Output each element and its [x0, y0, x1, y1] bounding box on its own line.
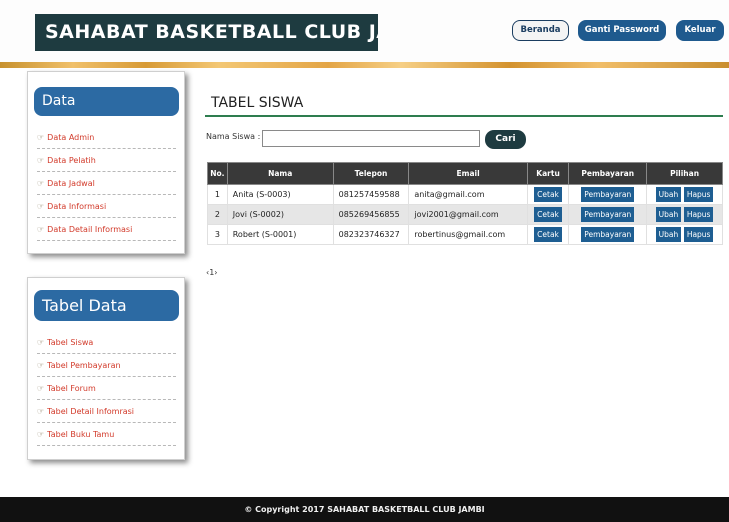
column-header: Telepon	[332, 162, 410, 185]
sidebar-item-label: Tabel Detail Infomrasi	[47, 407, 135, 416]
search-label: Nama Siswa :	[206, 132, 261, 141]
payment-button[interactable]: Pembayaran	[581, 207, 635, 222]
print-card-button[interactable]: Cetak	[534, 207, 562, 222]
hand-pointing-icon: ☞	[37, 156, 45, 165]
sidebar-item-tabel-detail-informasi[interactable]: ☞ Tabel Detail Infomrasi	[37, 400, 176, 423]
sidebar-item-data-informasi[interactable]: ☞ Data Informasi	[37, 195, 176, 218]
footer-copyright: © Copyright 2017 SAHABAT BASKETBALL CLUB…	[0, 497, 729, 522]
sidebar-item-data-admin[interactable]: ☞ Data Admin	[37, 126, 176, 149]
sidebar-data-list: ☞ Data Admin ☞ Data Pelatih ☞ Data Jadwal ☞…	[37, 126, 176, 241]
column-header: Nama	[226, 162, 334, 185]
hand-pointing-icon: ☞	[37, 384, 45, 393]
change-password-button[interactable]: Ganti Password	[578, 20, 666, 41]
cell-telepon: 082323746327	[332, 224, 410, 245]
sidebar-item-label: Tabel Buku Tamu	[47, 430, 115, 439]
cell-email: robertinus@gmail.com	[408, 224, 528, 245]
print-card-button[interactable]: Cetak	[534, 227, 562, 242]
hand-pointing-icon: ☞	[37, 179, 45, 188]
sidebar-item-data-jadwal[interactable]: ☞ Data Jadwal	[37, 172, 176, 195]
sidebar-item-tabel-buku-tamu[interactable]: ☞ Tabel Buku Tamu	[37, 423, 176, 446]
column-header: No.	[207, 162, 228, 185]
delete-button[interactable]: Hapus	[683, 207, 714, 222]
hand-pointing-icon: ☞	[37, 407, 45, 416]
sidebar-item-tabel-pembayaran[interactable]: ☞ Tabel Pembayaran	[37, 354, 176, 377]
cell-email: anita@gmail.com	[408, 184, 528, 205]
sidebar-item-tabel-forum[interactable]: ☞ Tabel Forum	[37, 377, 176, 400]
column-header: Pembayaran	[568, 162, 648, 185]
hand-pointing-icon: ☞	[37, 133, 45, 142]
column-header: Email	[408, 162, 528, 185]
sidebar-table-box: Tabel Data ☞ Tabel Siswa ☞ Tabel Pembayara…	[27, 277, 185, 460]
sidebar-item-label: Data Informasi	[47, 202, 107, 211]
sidebar-item-label: Data Admin	[47, 133, 95, 142]
sidebar-item-label: Tabel Pembayaran	[47, 361, 121, 370]
cell-nama: Anita (S-0003)	[226, 184, 334, 205]
home-button[interactable]: Beranda	[512, 20, 569, 41]
table-row: 3 Robert (S-0001) 082323746327 robertinu…	[207, 224, 723, 245]
print-card-button[interactable]: Cetak	[534, 187, 562, 202]
sidebar-table-list: ☞ Tabel Siswa ☞ Tabel Pembayaran ☞ Tabel Fo…	[37, 331, 176, 446]
sidebar-item-data-detail-informasi[interactable]: ☞ Data Detail Informasi	[37, 218, 176, 241]
table-row: 1 Anita (S-0003) 081257459588 anita@gmai…	[207, 184, 723, 205]
cell-telepon: 081257459588	[332, 184, 410, 205]
student-name-search-input[interactable]	[262, 130, 480, 147]
header-banner	[0, 62, 729, 68]
cell-no: 3	[207, 224, 228, 245]
cell-pembayaran: Pembayaran	[568, 184, 648, 205]
hand-pointing-icon: ☞	[37, 338, 45, 347]
cell-no: 1	[207, 184, 228, 205]
cell-pilihan: Ubah Hapus	[646, 204, 723, 225]
payment-button[interactable]: Pembayaran	[581, 227, 635, 242]
hand-pointing-icon: ☞	[37, 361, 45, 370]
sidebar-data-box: Data ☞ Data Admin ☞ Data Pelatih ☞ Data Jad…	[27, 71, 185, 254]
cell-kartu: Cetak	[526, 224, 570, 245]
title-divider	[205, 115, 723, 117]
sidebar-item-label: Data Jadwal	[47, 179, 95, 188]
search-button[interactable]: Cari	[485, 130, 526, 149]
site-brand: SAHABAT BASKETBALL CLUB JAMBI	[35, 14, 378, 51]
sidebar-item-label: Data Detail Informasi	[47, 225, 133, 234]
top-header: SAHABAT BASKETBALL CLUB JAMBI Beranda Ga…	[0, 0, 729, 62]
edit-button[interactable]: Ubah	[655, 187, 682, 202]
hand-pointing-icon: ☞	[37, 225, 45, 234]
cell-pembayaran: Pembayaran	[568, 204, 648, 225]
column-header: Pilihan	[646, 162, 723, 185]
delete-button[interactable]: Hapus	[683, 187, 714, 202]
cell-kartu: Cetak	[526, 184, 570, 205]
sidebar-item-tabel-siswa[interactable]: ☞ Tabel Siswa	[37, 331, 176, 354]
sidebar-data-title: Data	[34, 87, 179, 116]
payment-button[interactable]: Pembayaran	[581, 187, 635, 202]
cell-nama: Jovi (S-0002)	[226, 204, 334, 225]
sidebar-item-label: Tabel Forum	[47, 384, 96, 393]
sidebar-item-label: Data Pelatih	[47, 156, 96, 165]
hand-pointing-icon: ☞	[37, 202, 45, 211]
table-header-row: No. Nama Telepon Email Kartu Pembayaran …	[207, 162, 723, 185]
hand-pointing-icon: ☞	[37, 430, 45, 439]
cell-nama: Robert (S-0001)	[226, 224, 334, 245]
column-header: Kartu	[526, 162, 570, 185]
delete-button[interactable]: Hapus	[683, 227, 714, 242]
cell-pilihan: Ubah Hapus	[646, 184, 723, 205]
sidebar-item-label: Tabel Siswa	[47, 338, 94, 347]
pagination[interactable]: ‹1›	[206, 268, 218, 277]
cell-pilihan: Ubah Hapus	[646, 224, 723, 245]
edit-button[interactable]: Ubah	[655, 227, 682, 242]
cell-kartu: Cetak	[526, 204, 570, 225]
sidebar-item-data-pelatih[interactable]: ☞ Data Pelatih	[37, 149, 176, 172]
students-table: No. Nama Telepon Email Kartu Pembayaran …	[207, 162, 723, 245]
edit-button[interactable]: Ubah	[655, 207, 682, 222]
logout-button[interactable]: Keluar	[676, 20, 724, 41]
cell-telepon: 085269456855	[332, 204, 410, 225]
cell-no: 2	[207, 204, 228, 225]
sidebar-table-title: Tabel Data	[34, 290, 179, 321]
cell-email: jovi2001@gmail.com	[408, 204, 528, 225]
page-title: TABEL SISWA	[211, 95, 304, 111]
cell-pembayaran: Pembayaran	[568, 224, 648, 245]
table-row: 2 Jovi (S-0002) 085269456855 jovi2001@gm…	[207, 204, 723, 225]
